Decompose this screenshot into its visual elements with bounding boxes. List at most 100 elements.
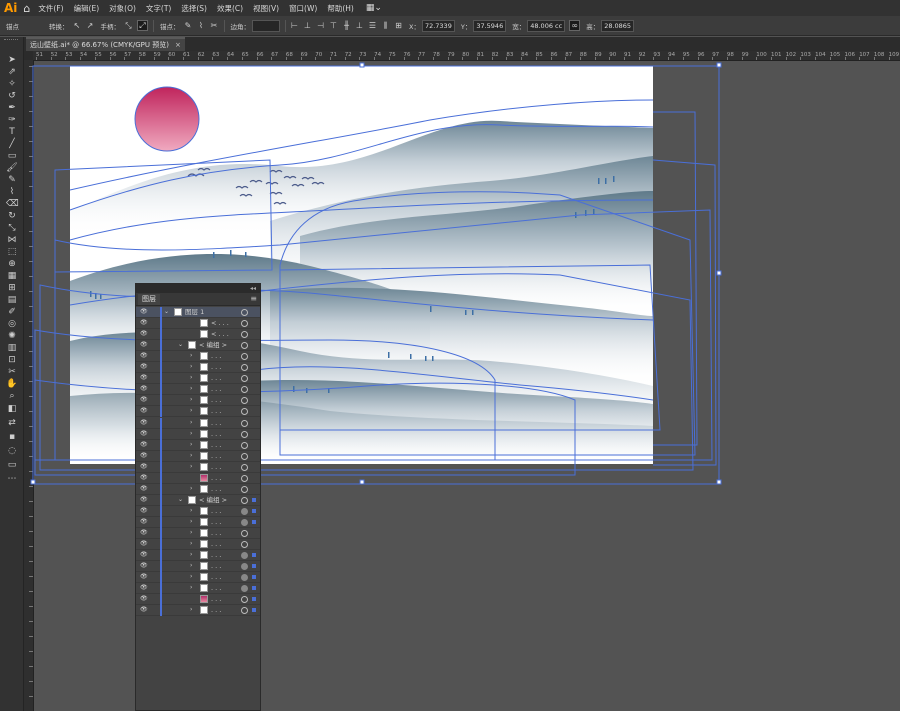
perspective-grid-tool-icon[interactable]: ▦ bbox=[6, 270, 18, 282]
visibility-eye-icon[interactable]: 👁 bbox=[140, 452, 148, 459]
expand-arrow-icon[interactable]: › bbox=[190, 507, 192, 514]
align-top-icon[interactable]: ⊤ bbox=[329, 21, 338, 30]
sublayer-row[interactable]: 👁 › . . . bbox=[136, 461, 260, 473]
target-circle-icon[interactable] bbox=[241, 441, 248, 449]
handle-show-icon[interactable]: ⤡ bbox=[124, 21, 133, 30]
rectangle-tool-icon[interactable]: ▭ bbox=[6, 150, 18, 162]
visibility-eye-icon[interactable]: 👁 bbox=[140, 485, 148, 492]
expand-arrow-icon[interactable]: › bbox=[190, 407, 192, 414]
panel-menu-icon[interactable]: ≡ bbox=[250, 294, 257, 303]
expand-arrow-icon[interactable]: › bbox=[190, 441, 192, 448]
paintbrush-tool-icon[interactable]: 🖌 bbox=[6, 162, 18, 174]
expand-arrow-icon[interactable]: ⌄ bbox=[164, 308, 169, 315]
layer-row[interactable]: 👁 ⌄ 图层 1 bbox=[136, 307, 260, 318]
sublayer-row[interactable]: 👁 › . . . bbox=[136, 539, 260, 551]
draw-mode-icon[interactable]: ◌ bbox=[6, 445, 18, 457]
convert-smooth-icon[interactable]: ↗ bbox=[86, 21, 95, 30]
sublayer-row[interactable]: 👁 › . . . bbox=[136, 450, 260, 462]
cut-path-icon[interactable]: ✂ bbox=[210, 21, 219, 30]
expand-arrow-icon[interactable]: › bbox=[190, 385, 192, 392]
visibility-eye-icon[interactable]: 👁 bbox=[140, 341, 148, 348]
target-circle-icon[interactable] bbox=[241, 430, 248, 438]
pencil-tool-icon[interactable]: ✎ bbox=[6, 174, 18, 186]
target-circle-icon[interactable] bbox=[241, 397, 248, 405]
layer-name[interactable]: < . . . bbox=[211, 329, 229, 340]
visibility-eye-icon[interactable]: 👁 bbox=[140, 430, 148, 437]
sublayer-row[interactable]: 👁 › . . . bbox=[136, 561, 260, 573]
expand-arrow-icon[interactable]: › bbox=[190, 551, 192, 558]
document-tab[interactable]: 远山壁纸.ai* @ 66.67% (CMYK/GPU 预览) × bbox=[26, 37, 185, 51]
expand-arrow-icon[interactable]: ⌄ bbox=[178, 496, 183, 503]
target-circle-icon[interactable] bbox=[241, 309, 248, 316]
expand-arrow-icon[interactable]: › bbox=[190, 419, 192, 426]
visibility-eye-icon[interactable]: 👁 bbox=[140, 595, 148, 602]
gradient-tool-icon[interactable]: ▤ bbox=[6, 294, 18, 306]
expand-arrow-icon[interactable]: › bbox=[190, 463, 192, 470]
column-graph-tool-icon[interactable]: ▥ bbox=[6, 342, 18, 354]
expand-arrow-icon[interactable]: › bbox=[190, 452, 192, 459]
target-circle-icon[interactable] bbox=[241, 518, 248, 526]
resize-handle[interactable] bbox=[716, 270, 722, 276]
expand-arrow-icon[interactable]: › bbox=[190, 374, 192, 381]
selection-tool-icon[interactable]: ➤ bbox=[6, 54, 18, 66]
magic-wand-tool-icon[interactable]: ✧ bbox=[6, 78, 18, 90]
sublayer-row[interactable]: 👁 › . . . bbox=[136, 572, 260, 584]
sublayer-row[interactable]: 👁 › . . . bbox=[136, 516, 260, 528]
visibility-eye-icon[interactable]: 👁 bbox=[140, 419, 148, 426]
width-tool-icon[interactable]: ⋈ bbox=[6, 234, 18, 246]
target-circle-icon[interactable] bbox=[241, 364, 248, 372]
menu-object[interactable]: 对象(O) bbox=[109, 3, 136, 14]
layer-name[interactable]: . . . bbox=[211, 429, 221, 440]
layer-name[interactable]: . . . bbox=[211, 605, 221, 616]
selection-indicator[interactable] bbox=[252, 519, 256, 524]
remove-anchor-icon[interactable]: ✎ bbox=[184, 21, 193, 30]
visibility-eye-icon[interactable]: 👁 bbox=[140, 518, 148, 525]
type-tool-icon[interactable]: T bbox=[6, 126, 18, 138]
target-circle-icon[interactable] bbox=[241, 574, 248, 582]
sublayer-row[interactable]: 👁 › . . . bbox=[136, 439, 260, 451]
layer-name[interactable]: . . . bbox=[211, 418, 221, 429]
home-icon[interactable]: ⌂ bbox=[23, 2, 30, 15]
visibility-eye-icon[interactable]: 👁 bbox=[140, 529, 148, 536]
target-circle-icon[interactable] bbox=[241, 507, 248, 515]
menu-edit[interactable]: 编辑(E) bbox=[74, 3, 100, 14]
handle-hide-icon[interactable]: ⤢ bbox=[137, 20, 148, 31]
selected-path[interactable] bbox=[653, 111, 698, 446]
visibility-eye-icon[interactable]: 👁 bbox=[140, 352, 148, 359]
sublayer-row[interactable]: 👁 › . . . bbox=[136, 605, 260, 617]
selection-indicator[interactable] bbox=[252, 586, 256, 591]
distribute-icon[interactable]: ⫼ bbox=[381, 21, 390, 30]
target-circle-icon[interactable] bbox=[241, 541, 248, 549]
convert-corner-icon[interactable]: ↖ bbox=[73, 21, 82, 30]
layer-name[interactable]: . . . bbox=[211, 395, 221, 406]
layer-name[interactable]: . . . bbox=[211, 440, 221, 451]
h-field[interactable]: 28.0865 bbox=[601, 19, 635, 32]
layer-name[interactable]: . . . bbox=[211, 462, 221, 473]
free-transform-tool-icon[interactable]: ⬚ bbox=[6, 246, 18, 258]
direct-selection-tool-icon[interactable]: ⇗ bbox=[6, 66, 18, 78]
expand-arrow-icon[interactable]: › bbox=[190, 584, 192, 591]
visibility-eye-icon[interactable]: 👁 bbox=[140, 606, 148, 613]
link-proportions-icon[interactable]: ∞ bbox=[569, 20, 581, 31]
rotate-tool-icon[interactable]: ↻ bbox=[6, 210, 18, 222]
mesh-tool-icon[interactable]: ⊞ bbox=[6, 282, 18, 294]
visibility-eye-icon[interactable]: 👁 bbox=[140, 319, 148, 326]
target-circle-icon[interactable] bbox=[241, 563, 248, 571]
curvature-tool-icon[interactable]: ✑ bbox=[6, 114, 18, 126]
target-circle-icon[interactable] bbox=[241, 552, 248, 560]
scale-tool-icon[interactable]: ⤡ bbox=[6, 222, 18, 234]
target-circle-icon[interactable] bbox=[241, 386, 248, 394]
sublayer-row[interactable]: 👁 › . . . bbox=[136, 550, 260, 562]
selection-indicator[interactable] bbox=[252, 497, 256, 502]
visibility-eye-icon[interactable]: 👁 bbox=[140, 363, 148, 370]
target-circle-icon[interactable] bbox=[241, 530, 248, 537]
target-circle-icon[interactable] bbox=[241, 596, 248, 604]
visibility-eye-icon[interactable]: 👁 bbox=[140, 385, 148, 392]
y-field[interactable]: 37.5946 bbox=[473, 19, 507, 32]
menu-window[interactable]: 窗口(W) bbox=[289, 3, 317, 14]
layer-name[interactable]: . . . bbox=[211, 550, 221, 561]
sublayer-row[interactable]: 👁 › . . . bbox=[136, 583, 260, 595]
layer-name[interactable]: . . . bbox=[211, 484, 221, 495]
selection-indicator[interactable] bbox=[252, 508, 256, 513]
sublayer-row[interactable]: 👁 › . . . bbox=[136, 362, 260, 374]
